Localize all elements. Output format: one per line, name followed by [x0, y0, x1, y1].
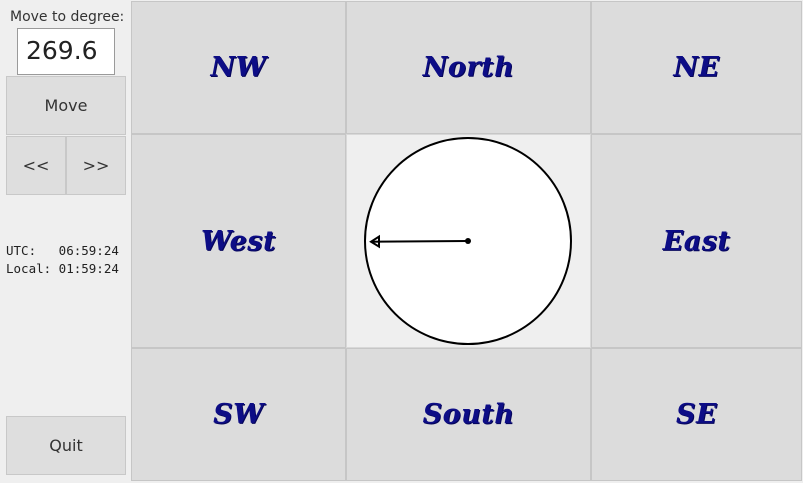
east-label: East	[662, 225, 731, 257]
degree-input[interactable]: 269.6	[17, 28, 115, 75]
east-button[interactable]: East	[591, 134, 802, 348]
utc-time: UTC: 06:59:24	[6, 243, 119, 258]
nw-button[interactable]: NW	[131, 1, 346, 134]
south-label: South	[422, 399, 515, 430]
move-button[interactable]: Move	[6, 76, 126, 135]
west-label: West	[201, 225, 276, 257]
prev-button[interactable]: <<	[6, 136, 66, 195]
west-button[interactable]: West	[131, 134, 346, 348]
sw-button[interactable]: SW	[131, 348, 346, 481]
nw-label: NW	[210, 52, 267, 83]
compass-hub	[465, 238, 471, 244]
north-button[interactable]: North	[346, 1, 591, 134]
sw-label: SW	[213, 399, 264, 430]
south-button[interactable]: South	[346, 348, 591, 481]
compass-needle	[370, 240, 469, 243]
degree-label: Move to degree:	[10, 9, 125, 25]
compass-dial	[364, 137, 572, 345]
compass-panel	[346, 134, 591, 348]
local-time: Local: 01:59:24	[6, 261, 119, 276]
quit-button[interactable]: Quit	[6, 416, 126, 475]
se-label: SE	[675, 399, 718, 430]
ne-label: NE	[673, 52, 720, 83]
north-label: North	[422, 52, 515, 83]
se-button[interactable]: SE	[591, 348, 802, 481]
next-button[interactable]: >>	[66, 136, 126, 195]
ne-button[interactable]: NE	[591, 1, 802, 134]
